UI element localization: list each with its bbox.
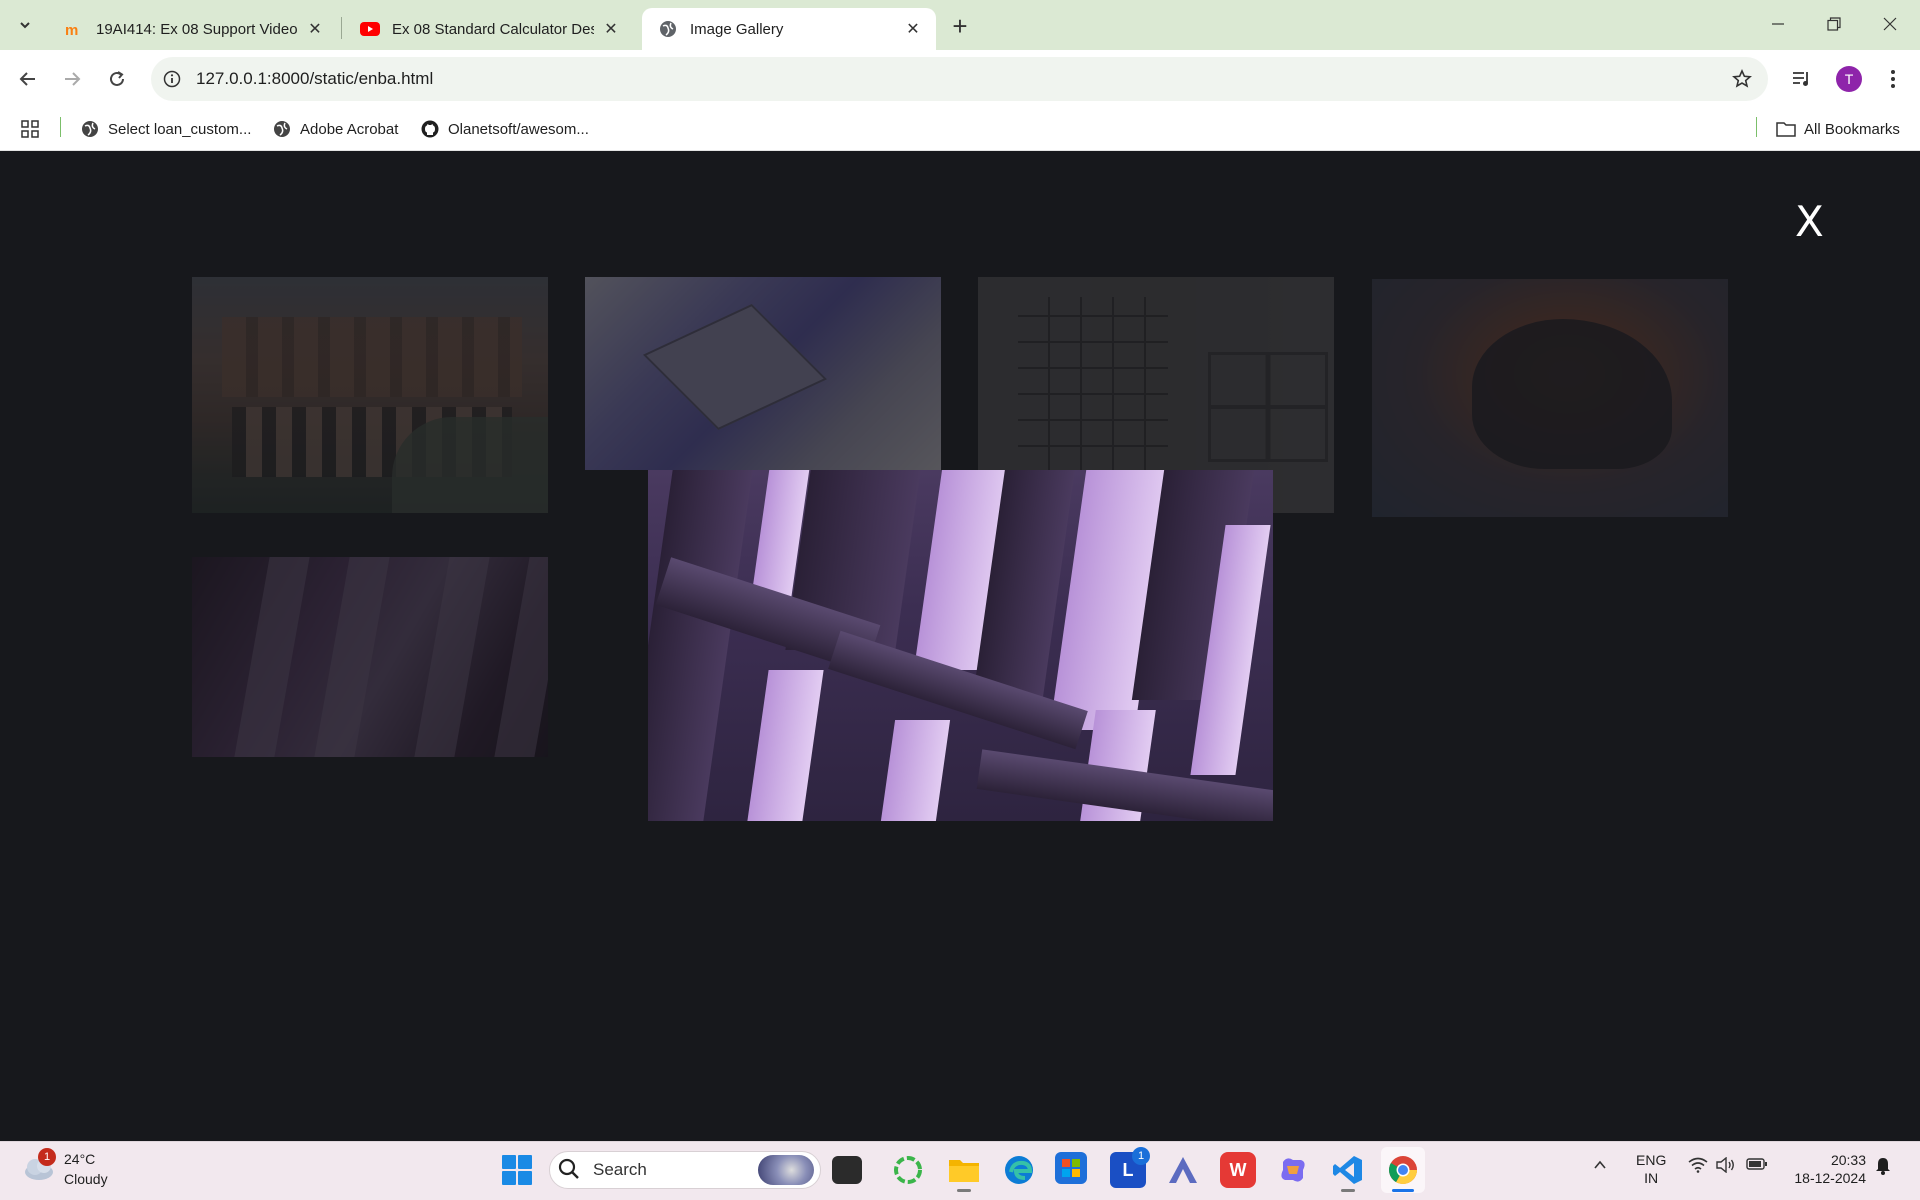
language-code: ENG: [1636, 1152, 1667, 1168]
tab-title: 19AI414: Ex 08 Support Video |: [96, 20, 298, 38]
a-app-icon[interactable]: [1165, 1152, 1201, 1188]
tab-youtube[interactable]: Ex 08 Standard Calculator Desig ✕: [344, 8, 634, 50]
profile-avatar[interactable]: T: [1836, 66, 1862, 92]
enlarged-image[interactable]: [648, 470, 1273, 821]
globe-icon: [80, 119, 100, 139]
taskbar-clock[interactable]: 20:33 18-12-2024: [1784, 1151, 1866, 1187]
language-indicator[interactable]: ENG IN: [1636, 1151, 1666, 1187]
vscode-icon[interactable]: [1330, 1152, 1366, 1188]
battery-icon[interactable]: [1746, 1157, 1768, 1176]
gallery-thumbnail-houses[interactable]: [192, 277, 548, 513]
moodle-icon: m: [64, 19, 84, 39]
search-placeholder: Search: [593, 1160, 647, 1179]
restore-button[interactable]: [1806, 0, 1862, 48]
back-button[interactable]: [10, 61, 46, 97]
bookmarks-divider: [1756, 117, 1757, 137]
url-text[interactable]: 127.0.0.1:8000/static/enba.html: [196, 69, 433, 89]
weather-description[interactable]: Cloudy: [64, 1171, 108, 1187]
close-icon[interactable]: ✕: [902, 18, 924, 40]
all-bookmarks-button[interactable]: All Bookmarks: [1776, 115, 1900, 143]
running-indicator: [1341, 1189, 1355, 1192]
folder-icon: [1776, 119, 1796, 139]
all-bookmarks-label: All Bookmarks: [1804, 120, 1900, 138]
bookmark-label: Select loan_custom...: [108, 120, 252, 138]
dark-explorer-icon[interactable]: [832, 1156, 862, 1184]
minimize-button[interactable]: [1750, 0, 1806, 48]
new-tab-button[interactable]: +: [944, 10, 976, 42]
bookmark-star-icon[interactable]: [1727, 64, 1757, 94]
reload-button[interactable]: [99, 61, 135, 97]
forward-button[interactable]: [54, 61, 90, 97]
close-icon: [1883, 17, 1897, 31]
tab-search-button[interactable]: [8, 11, 42, 39]
apps-grid-icon: [20, 119, 40, 139]
chevron-down-icon: [20, 22, 30, 29]
bookmark-label: Olanetsoft/awesom...: [448, 120, 589, 138]
tab-title: Image Gallery: [690, 20, 784, 38]
clock-date: 18-12-2024: [1794, 1170, 1866, 1186]
svg-text:m: m: [65, 22, 78, 37]
active-indicator: [1392, 1189, 1414, 1192]
search-icon: [558, 1158, 582, 1182]
bookmark-adobe-acrobat[interactable]: Adobe Acrobat: [272, 115, 398, 143]
media-control-icon[interactable]: [1786, 63, 1818, 95]
wps-office-icon[interactable]: W: [1220, 1152, 1256, 1188]
tab-moodle[interactable]: m 19AI414: Ex 08 Support Video | ✕: [48, 8, 338, 50]
search-highlight-image: [758, 1155, 814, 1185]
tab-image-gallery[interactable]: Image Gallery ✕: [642, 8, 936, 50]
close-lightbox-button[interactable]: X: [1795, 197, 1824, 246]
gallery-thumbnail-sunset-hand[interactable]: [1372, 279, 1728, 517]
site-info-icon[interactable]: [160, 67, 184, 91]
close-icon[interactable]: ✕: [600, 18, 622, 40]
arrow-left-icon: [19, 72, 35, 86]
youtube-icon: [360, 19, 380, 39]
running-indicator: [957, 1189, 971, 1192]
edge-icon[interactable]: [1001, 1152, 1037, 1188]
weather-badge: 1: [38, 1148, 56, 1166]
circle-app-icon[interactable]: [890, 1152, 926, 1188]
apps-button[interactable]: [20, 115, 48, 143]
gallery-thumbnail-tiles[interactable]: [585, 277, 941, 470]
tab-divider: [341, 17, 342, 39]
weather-temperature[interactable]: 24°C: [64, 1151, 95, 1167]
bookmark-olanetsoft[interactable]: Olanetsoft/awesom...: [420, 115, 589, 143]
notification-bell-icon[interactable]: [1874, 1157, 1892, 1180]
tab-title: Ex 08 Standard Calculator Desig: [392, 20, 594, 38]
chrome-icon[interactable]: [1385, 1152, 1421, 1188]
gallery-thumbnail-pillars[interactable]: [192, 557, 548, 757]
menu-kebab-icon[interactable]: [1877, 63, 1909, 95]
arrow-right-icon: [65, 72, 81, 86]
reload-icon: [110, 71, 124, 86]
wifi-icon[interactable]: [1688, 1157, 1708, 1178]
globe-icon: [658, 19, 678, 39]
bookmark-loan-custom[interactable]: Select loan_custom...: [80, 115, 251, 143]
bookmarks-divider: [60, 117, 61, 137]
minimize-icon: [1772, 23, 1784, 25]
globe-icon: [272, 119, 292, 139]
microsoft-store-icon[interactable]: [1055, 1152, 1087, 1184]
clock-time: 20:33: [1830, 1152, 1866, 1168]
chevron-up-icon[interactable]: [1592, 1157, 1608, 1178]
copilot-icon[interactable]: [1275, 1152, 1311, 1188]
windows-start-icon[interactable]: [502, 1155, 532, 1185]
volume-icon[interactable]: [1716, 1156, 1736, 1178]
close-window-button[interactable]: [1862, 0, 1918, 48]
restore-icon: [1827, 17, 1841, 31]
github-icon: [420, 119, 440, 139]
close-icon[interactable]: ✕: [304, 18, 326, 40]
l-app-badge: 1: [1132, 1147, 1150, 1165]
bookmark-label: Adobe Acrobat: [300, 120, 399, 138]
file-explorer-icon[interactable]: [946, 1152, 982, 1188]
region-code: IN: [1644, 1170, 1659, 1186]
